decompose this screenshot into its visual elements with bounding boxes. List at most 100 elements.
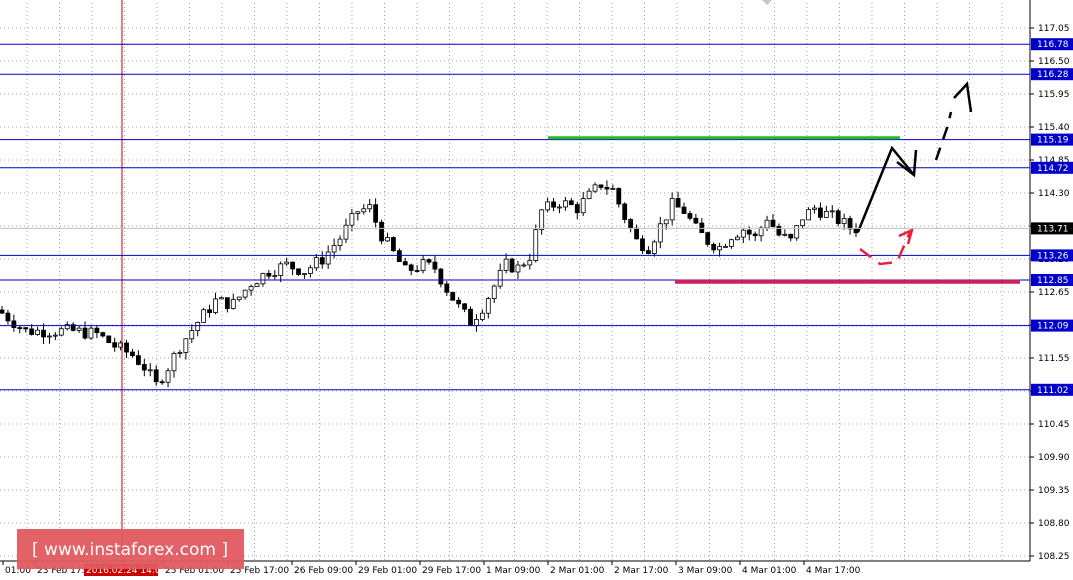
candle-up bbox=[367, 204, 373, 210]
candle-down bbox=[124, 342, 129, 353]
candle-up bbox=[782, 233, 788, 236]
candle-up bbox=[213, 298, 218, 313]
price-tick-label: 115.95 bbox=[1038, 90, 1070, 100]
candle-down bbox=[130, 351, 135, 357]
candle-down bbox=[640, 238, 645, 251]
candle-up bbox=[663, 219, 669, 225]
candle-up bbox=[586, 190, 592, 200]
candle-up bbox=[823, 210, 829, 218]
candle-up bbox=[195, 322, 201, 331]
time-tick-label: 1 Mar 09:00 bbox=[486, 566, 541, 576]
level-price-label: 112.85 bbox=[1037, 276, 1069, 286]
candle-up bbox=[76, 327, 82, 331]
time-tick-label: 26 Feb 09:00 bbox=[294, 566, 353, 576]
candle-down bbox=[41, 329, 46, 338]
candle-up bbox=[254, 283, 260, 287]
candle-up bbox=[592, 184, 598, 192]
price-tick-label: 115.40 bbox=[1038, 123, 1070, 133]
candle-up bbox=[729, 239, 734, 247]
candle-down bbox=[770, 219, 776, 227]
candle-down bbox=[23, 327, 29, 330]
candle-up bbox=[47, 335, 52, 338]
candle-up bbox=[491, 285, 497, 299]
candle-up bbox=[539, 209, 545, 231]
candle-up bbox=[557, 206, 562, 209]
time-tick-label: 4 Mar 01:00 bbox=[742, 566, 797, 576]
candle-up bbox=[272, 275, 278, 277]
candle-up bbox=[177, 352, 183, 354]
candle-up bbox=[236, 296, 242, 301]
candle-down bbox=[711, 243, 717, 251]
candle-down bbox=[136, 355, 141, 365]
candle-up bbox=[260, 272, 266, 285]
price-tick-label: 109.35 bbox=[1038, 486, 1070, 496]
candle-down bbox=[462, 303, 467, 310]
candle-up bbox=[219, 297, 224, 300]
candle-up bbox=[189, 330, 195, 340]
time-tick-label: 29 Feb 01:00 bbox=[358, 566, 417, 576]
level-price-label: 116.28 bbox=[1037, 70, 1069, 80]
candle-up bbox=[800, 219, 806, 227]
candle-down bbox=[5, 312, 11, 322]
candle-up bbox=[420, 259, 426, 271]
candle-down bbox=[153, 369, 159, 383]
candle-up bbox=[580, 198, 586, 214]
candle-up bbox=[35, 329, 40, 335]
chart-svg: 117.05116.50115.95115.40114.85114.30113.… bbox=[0, 0, 1073, 580]
candle-down bbox=[207, 309, 212, 313]
candle-up bbox=[302, 273, 307, 275]
candle-down bbox=[391, 237, 396, 252]
candle-down bbox=[408, 264, 414, 271]
candle-down bbox=[290, 261, 295, 270]
candle-up bbox=[563, 200, 568, 208]
candle-down bbox=[693, 217, 699, 224]
candle-down bbox=[159, 381, 165, 384]
candle-up bbox=[201, 309, 207, 323]
price-tick-label: 114.30 bbox=[1038, 189, 1070, 199]
time-tick-label: 2 Mar 17:00 bbox=[614, 566, 669, 576]
candle-down bbox=[266, 272, 272, 277]
candle-up bbox=[331, 245, 337, 253]
candle-up bbox=[230, 299, 236, 309]
chart-background bbox=[0, 0, 1073, 580]
candle-down bbox=[551, 201, 556, 208]
current-price-label: 113.71 bbox=[1037, 224, 1069, 234]
candle-up bbox=[657, 223, 663, 243]
price-tick-label: 111.55 bbox=[1038, 354, 1070, 364]
candle-up bbox=[479, 312, 485, 320]
candle-down bbox=[622, 203, 628, 220]
price-tick-label: 117.05 bbox=[1038, 24, 1070, 34]
candle-down bbox=[788, 233, 794, 239]
candle-up bbox=[183, 338, 189, 353]
candle-down bbox=[450, 291, 456, 301]
candle-down bbox=[456, 299, 462, 305]
candle-up bbox=[343, 224, 349, 240]
candle-up bbox=[248, 286, 254, 291]
candle-down bbox=[628, 219, 634, 229]
candle-down bbox=[17, 327, 23, 329]
candle-down bbox=[296, 268, 301, 275]
candle-down bbox=[681, 206, 687, 214]
candle-up bbox=[385, 237, 390, 242]
candle-down bbox=[141, 364, 147, 371]
candle-down bbox=[414, 270, 420, 272]
candle-up bbox=[812, 207, 817, 210]
candle-down bbox=[0, 309, 5, 314]
watermark-text: [ www.instaforex.com ] bbox=[32, 540, 228, 560]
candle-up bbox=[147, 369, 153, 372]
candle-down bbox=[568, 200, 574, 205]
candle-up bbox=[242, 289, 248, 298]
candle-down bbox=[11, 320, 17, 328]
price-tick-label: 116.50 bbox=[1038, 57, 1070, 67]
candle-down bbox=[319, 257, 325, 265]
candle-up bbox=[485, 298, 491, 314]
candle-down bbox=[106, 335, 112, 344]
level-price-label: 113.26 bbox=[1037, 251, 1069, 261]
candle-up bbox=[165, 370, 171, 383]
candle-down bbox=[100, 332, 106, 337]
level-price-label: 112.09 bbox=[1037, 322, 1069, 332]
candle-up bbox=[497, 269, 503, 287]
candle-down bbox=[94, 327, 100, 334]
candle-down bbox=[379, 221, 384, 242]
candle-up bbox=[651, 241, 657, 254]
